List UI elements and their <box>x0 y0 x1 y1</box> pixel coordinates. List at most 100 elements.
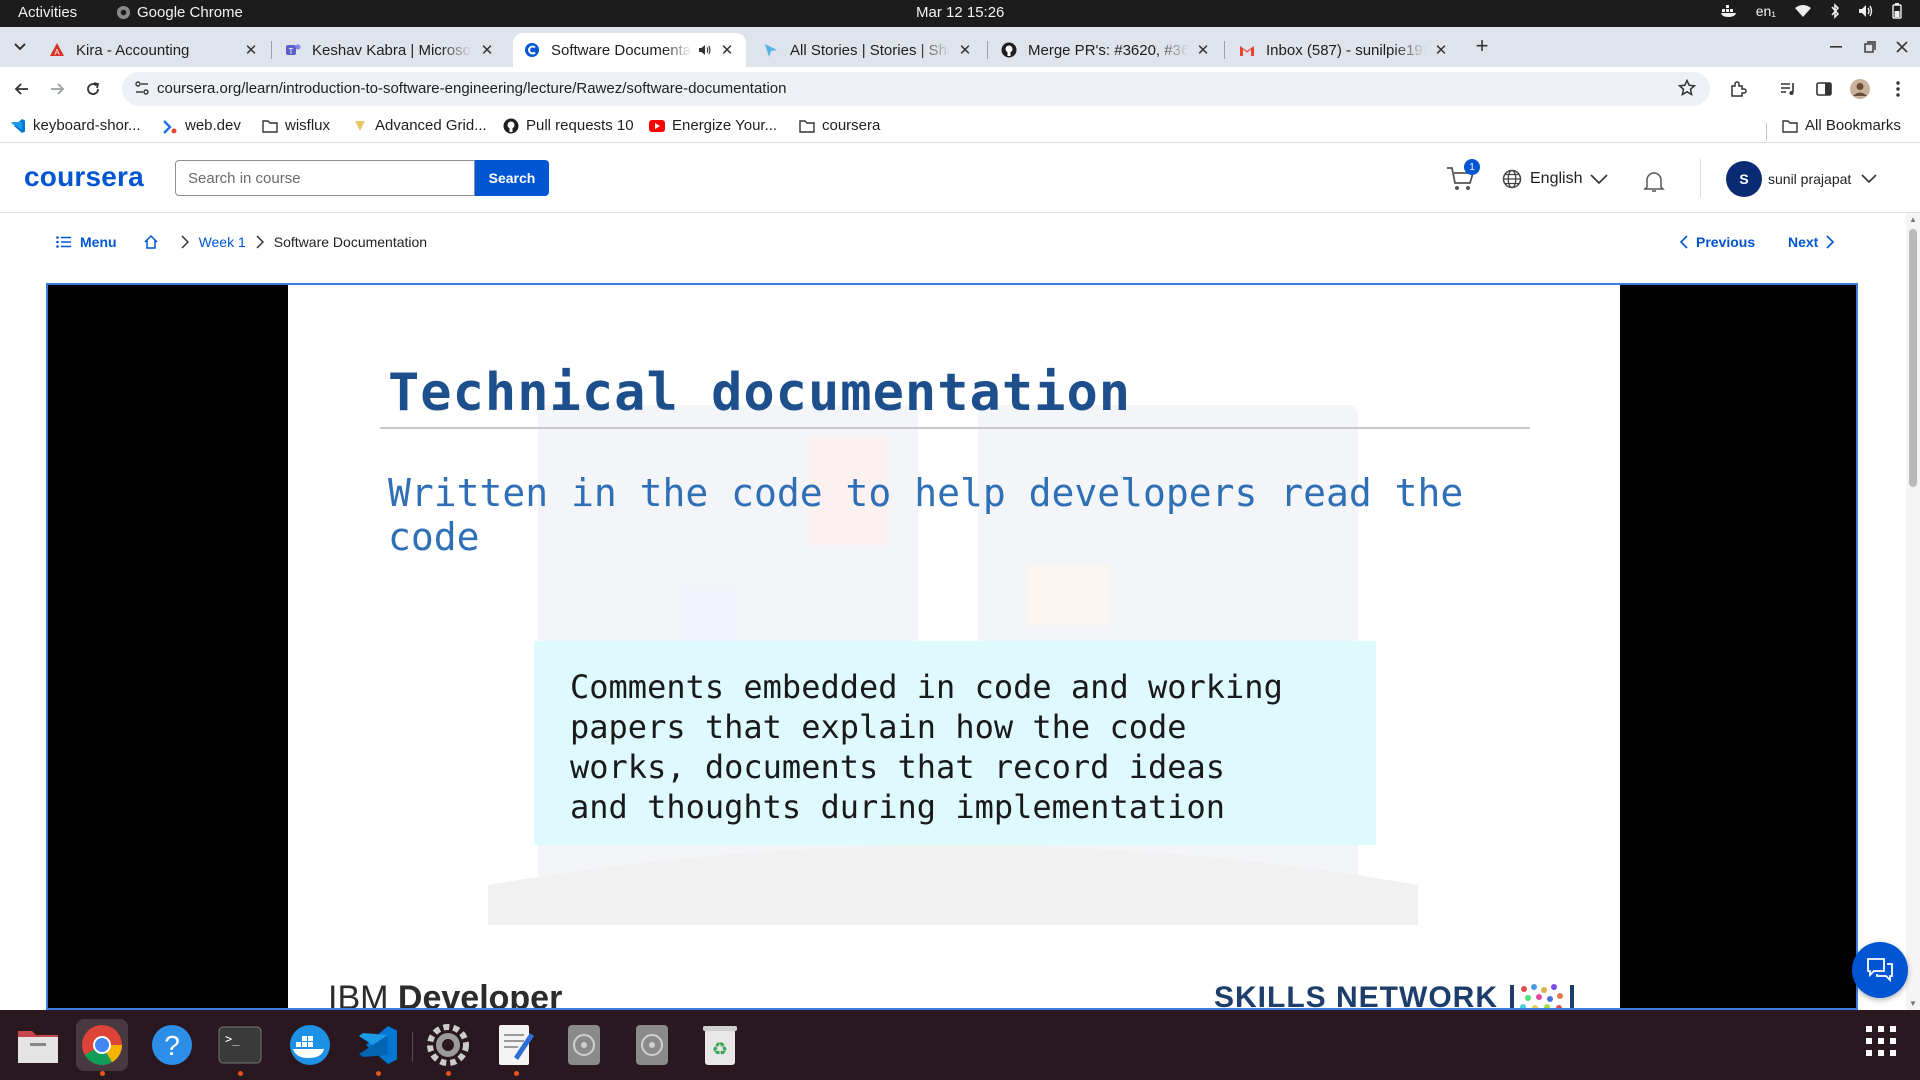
close-window-button[interactable] <box>1890 35 1914 59</box>
docker-icon[interactable] <box>284 1019 336 1071</box>
system-tray[interactable]: en₁ <box>1720 3 1902 19</box>
close-icon[interactable]: ✕ <box>242 41 260 59</box>
menu-button[interactable]: Menu <box>56 234 117 250</box>
chevron-right-icon <box>181 235 189 249</box>
disk-icon-2[interactable] <box>626 1019 678 1071</box>
bookmark-label: Advanced Grid... <box>375 117 487 134</box>
vscode-icon[interactable] <box>352 1019 404 1076</box>
page-scrollbar[interactable]: ▲ ▼ <box>1906 213 1920 1010</box>
side-panel-icon <box>1816 82 1832 96</box>
scrollbar-thumb[interactable] <box>1909 229 1917 487</box>
bookmark-energize[interactable]: Energize Your... <box>649 117 777 134</box>
media-control-button[interactable] <box>1776 77 1800 101</box>
tab-search-button[interactable] <box>8 35 32 59</box>
ibm-developer-logo: IBM Developer <box>328 979 563 1010</box>
kebab-menu-icon <box>1896 81 1900 97</box>
scroll-down-arrow[interactable]: ▼ <box>1909 999 1917 1008</box>
bookmark-star-icon[interactable] <box>1678 79 1696 97</box>
address-bar[interactable]: coursera.org/learn/introduction-to-softw… <box>122 72 1710 106</box>
text-editor-icon[interactable] <box>490 1019 542 1076</box>
reload-button[interactable] <box>81 77 105 101</box>
chevron-down-icon <box>1861 174 1877 184</box>
input-language[interactable]: en₁ <box>1756 3 1776 19</box>
chat-bubbles-icon <box>1867 958 1893 983</box>
bookmark-advanced-grid[interactable]: Advanced Grid... <box>352 117 487 134</box>
back-button[interactable] <box>10 77 34 101</box>
tab-teams[interactable]: T Keshav Kabra | Microsoft Teams ✕ <box>274 33 506 67</box>
lecture-slide: Technical documentation Written in the c… <box>288 285 1620 1010</box>
bookmark-label: coursera <box>822 117 881 134</box>
tab-github-pr[interactable]: Merge PR's: #3620, #3621 ✕ <box>990 33 1222 67</box>
settings-icon[interactable] <box>422 1019 474 1076</box>
user-menu[interactable]: sunil prajapat <box>1768 171 1877 187</box>
minimize-button[interactable] <box>1824 35 1848 59</box>
chat-help-button[interactable] <box>1852 942 1908 998</box>
all-bookmarks-button[interactable]: All Bookmarks <box>1782 117 1901 134</box>
arrow-left-icon <box>14 83 28 95</box>
bookmark-folder-wisflux[interactable]: wisflux <box>262 117 330 134</box>
previous-label: Previous <box>1696 234 1756 250</box>
forward-button[interactable] <box>45 77 69 101</box>
show-applications-icon[interactable] <box>1864 1024 1898 1058</box>
svg-text:T: T <box>289 47 294 56</box>
search-button[interactable]: Search <box>475 160 549 196</box>
close-icon[interactable]: ✕ <box>718 41 736 59</box>
bookmark-folder-coursera[interactable]: coursera <box>799 117 880 134</box>
language-selector[interactable]: English <box>1502 169 1609 189</box>
close-icon[interactable]: ✕ <box>1432 41 1450 59</box>
cart-button[interactable]: 1 <box>1446 159 1480 195</box>
side-panel-button[interactable] <box>1812 77 1836 101</box>
trash-icon[interactable]: ♻ <box>694 1019 746 1071</box>
profile-button[interactable] <box>1848 77 1872 101</box>
home-link[interactable] <box>143 234 159 250</box>
audio-playing-icon[interactable] <box>698 43 712 57</box>
help-icon[interactable]: ? <box>146 1019 198 1071</box>
close-icon[interactable]: ✕ <box>478 41 496 59</box>
terminal-icon[interactable]: >_ <box>214 1019 266 1076</box>
user-avatar[interactable]: S <box>1726 161 1762 197</box>
slide-title: Technical documentation <box>388 363 1132 423</box>
bookmark-label: Pull requests 10 <box>526 117 634 134</box>
video-player[interactable]: Technical documentation Written in the c… <box>46 283 1858 1010</box>
scroll-up-arrow[interactable]: ▲ <box>1909 215 1917 224</box>
close-icon[interactable]: ✕ <box>956 41 974 59</box>
breadcrumb-week-link[interactable]: Week 1 <box>199 234 246 250</box>
activities-button[interactable]: Activities <box>18 4 77 21</box>
clock[interactable]: Mar 12 15:26 <box>916 4 1004 21</box>
notifications-button[interactable] <box>1642 169 1666 193</box>
previous-button[interactable]: Previous <box>1680 234 1755 250</box>
bookmark-keyboard-shortcuts[interactable]: keyboard-shor... <box>10 117 141 134</box>
chrome-menu-button[interactable] <box>1886 77 1910 101</box>
next-button[interactable]: Next <box>1788 234 1835 250</box>
new-tab-button[interactable]: + <box>1470 35 1494 59</box>
files-icon[interactable] <box>12 1019 64 1071</box>
tab-software-documentation[interactable]: Software Documentation ✕ <box>513 33 746 67</box>
bookmark-pull-requests[interactable]: Pull requests 10 <box>503 117 634 134</box>
chrome-small-icon <box>116 5 131 20</box>
chrome-icon[interactable] <box>76 1019 128 1076</box>
app-name: Google Chrome <box>137 4 243 21</box>
disk-icon[interactable] <box>558 1019 610 1071</box>
coursera-tab-icon <box>523 41 541 59</box>
extensions-button[interactable] <box>1726 77 1750 101</box>
home-icon <box>144 234 158 249</box>
bluetooth-icon <box>1830 3 1840 19</box>
skills-network-mark-icon <box>1510 984 1574 1008</box>
menu-label: Menu <box>80 234 117 250</box>
close-icon[interactable]: ✕ <box>1194 41 1212 59</box>
restore-button[interactable] <box>1858 35 1882 59</box>
search-in-course-input[interactable] <box>175 160 475 196</box>
bookmark-webdev[interactable]: web.dev <box>162 117 241 134</box>
reload-icon <box>87 82 100 95</box>
webdev-icon <box>162 118 178 134</box>
shortcut-icon <box>762 41 780 59</box>
tab-gmail[interactable]: Inbox (587) - sunilpie1998@gmail.com ✕ <box>1228 33 1460 67</box>
coursera-logo[interactable]: coursera <box>24 161 144 193</box>
svg-text:>_: >_ <box>225 1032 240 1046</box>
tab-kira[interactable]: A Kira - Accounting ✕ <box>38 33 270 67</box>
wifi-icon <box>1794 4 1812 18</box>
tab-shortcut[interactable]: All Stories | Stories | Shortcut ✕ <box>752 33 984 67</box>
site-info-icon[interactable] <box>134 80 150 96</box>
app-menu[interactable]: Google Chrome <box>116 4 243 21</box>
svg-text:?: ? <box>164 1030 180 1061</box>
